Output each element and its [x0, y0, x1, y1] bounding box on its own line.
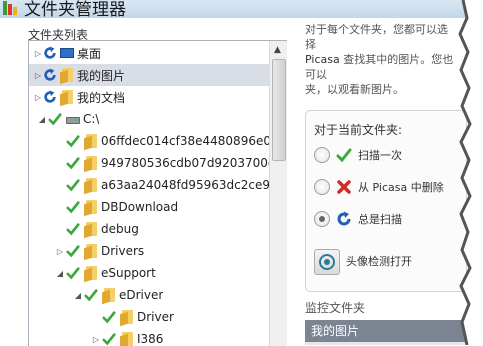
- option-remove-from-picasa[interactable]: 从 Picasa 中删除: [314, 179, 444, 195]
- tree-row[interactable]: ▷ Drivers: [29, 240, 269, 262]
- expand-arrow-icon[interactable]: ▷: [55, 247, 65, 256]
- tree-row[interactable]: ◢ C:\: [29, 108, 269, 130]
- tree-row-label: 我的文档: [77, 90, 126, 105]
- tree-row[interactable]: ▷ 我的文档: [29, 86, 269, 108]
- tree-row-label: 我的图片: [77, 68, 126, 83]
- folder-icon: [120, 331, 134, 346]
- check-icon[interactable]: [101, 332, 117, 346]
- documents-folder-icon: [60, 89, 74, 107]
- refresh-icon: [337, 211, 351, 226]
- tree-row-label: eDriver: [119, 288, 164, 302]
- tree-row-label: DBDownload: [101, 200, 179, 214]
- folder-icon: [84, 221, 98, 239]
- expand-arrow-icon[interactable]: ▷: [33, 93, 43, 102]
- tree-row[interactable]: ▷ 我的图片: [29, 64, 269, 86]
- tree-row[interactable]: ▷ 桌面: [29, 42, 269, 64]
- check-icon[interactable]: [65, 156, 81, 170]
- description-text: 对于每个文件夹，您都可以选择 Picasa 查找其中的图片。您也可以 夹，以观看…: [305, 22, 455, 97]
- remove-label: 从 Picasa 中删除: [358, 181, 444, 194]
- refresh-icon[interactable]: [43, 68, 57, 82]
- scroll-up-arrow-icon[interactable]: ▲: [274, 45, 281, 55]
- description-line-2: Picasa 查找其中的图片。您也可以: [305, 52, 455, 82]
- tree-row[interactable]: ▷ I386: [29, 328, 269, 346]
- folder-icon: [84, 243, 98, 261]
- tree-scrollbar[interactable]: ▲: [269, 41, 287, 346]
- tree-row-label: 桌面: [77, 46, 102, 61]
- face-detection-label: 头像检测打开: [346, 255, 412, 268]
- tree-row-label: C:\: [83, 112, 100, 126]
- refresh-icon[interactable]: [43, 90, 57, 104]
- tree-row-label: a63aa24048fd95963dc2ce939ac: [101, 178, 269, 192]
- always-scan-radio[interactable]: [314, 211, 330, 227]
- options-title: 对于当前文件夹:: [314, 123, 403, 137]
- check-icon[interactable]: [65, 222, 81, 236]
- collapse-arrow-icon[interactable]: ◢: [73, 291, 83, 300]
- tree-row[interactable]: ◢ eDriver: [29, 284, 269, 306]
- check-icon[interactable]: [47, 112, 63, 126]
- folder-icon: [120, 309, 134, 327]
- description-line-3: 夹，以观看新图片。: [305, 83, 404, 96]
- current-folder-options: 对于当前文件夹: 扫描一次 从 Picasa 中删除 总是扫描 头像检测打开: [305, 110, 467, 292]
- refresh-icon[interactable]: [43, 46, 57, 60]
- folder-icon: [84, 133, 98, 151]
- check-icon[interactable]: [65, 266, 81, 280]
- tree-row-label: Drivers: [101, 244, 145, 258]
- expand-arrow-icon[interactable]: ▷: [33, 71, 43, 80]
- check-icon: [336, 148, 352, 163]
- monitor-folders-heading: 监控文件夹: [305, 301, 366, 315]
- check-icon[interactable]: [101, 310, 117, 324]
- tree-row-label: Driver: [137, 310, 174, 324]
- title-bar: 文件夹管理器: [0, 0, 483, 20]
- check-icon[interactable]: [65, 200, 81, 214]
- pictures-folder-icon: [60, 67, 74, 85]
- info-panel: 对于每个文件夹，您都可以选择 Picasa 查找其中的图片。您也可以 夹，以观看…: [305, 22, 455, 97]
- tree-row-label: I386: [137, 332, 164, 346]
- scroll-thumb[interactable]: [272, 59, 286, 161]
- collapse-arrow-icon[interactable]: ◢: [37, 115, 47, 124]
- check-icon[interactable]: [83, 288, 99, 302]
- tree-row[interactable]: Driver: [29, 306, 269, 328]
- face-detection-button[interactable]: [314, 249, 340, 275]
- check-icon[interactable]: [65, 244, 81, 258]
- desktop-icon: [60, 45, 74, 61]
- tree-row-label: eSupport: [101, 266, 156, 280]
- face-detection-icon: [319, 254, 335, 270]
- expand-arrow-icon[interactable]: ▷: [91, 335, 101, 344]
- option-always-scan[interactable]: 总是扫描: [314, 211, 402, 227]
- folder-icon: [84, 199, 98, 217]
- folder-icon: [102, 287, 116, 305]
- folder-tree[interactable]: ▷ 桌面 ▷ 我的图片 ▷ 我的文档 ◢ C:\ 06ffdec014cf38e4480896e…: [28, 40, 287, 346]
- tree-row[interactable]: a63aa24048fd95963dc2ce939ac: [29, 174, 269, 196]
- drive-icon: [66, 111, 80, 127]
- window-title: 文件夹管理器: [24, 0, 126, 20]
- expand-arrow-icon[interactable]: ▷: [33, 49, 43, 58]
- tree-row-label: 06ffdec014cf38e4480896e0969: [101, 134, 269, 148]
- option-scan-once[interactable]: 扫描一次: [314, 147, 402, 163]
- scan-once-label: 扫描一次: [358, 149, 402, 162]
- always-scan-label: 总是扫描: [358, 213, 402, 226]
- folder-icon: [84, 177, 98, 195]
- tree-row[interactable]: DBDownload: [29, 196, 269, 218]
- torn-edge-decoration: [458, 0, 483, 345]
- folder-manager-app-icon: [3, 1, 17, 15]
- tree-row[interactable]: 06ffdec014cf38e4480896e0969: [29, 130, 269, 152]
- tree-row-label: debug: [101, 222, 139, 236]
- folder-icon: [84, 155, 98, 173]
- check-icon[interactable]: [65, 134, 81, 148]
- tree-row[interactable]: ◢ eSupport: [29, 262, 269, 284]
- scan-once-radio[interactable]: [314, 147, 330, 163]
- tree-row-label: 949780536cdb07d9203700c656: [101, 156, 269, 170]
- folder-icon: [84, 265, 98, 283]
- picasa-name: Picasa: [305, 53, 340, 66]
- tree-row[interactable]: 949780536cdb07d9203700c656: [29, 152, 269, 174]
- remove-radio[interactable]: [314, 179, 330, 195]
- remove-x-icon: [337, 180, 351, 194]
- monitor-folder-item[interactable]: 我的图片: [305, 320, 470, 342]
- tree-row[interactable]: debug: [29, 218, 269, 240]
- check-icon[interactable]: [65, 178, 81, 192]
- collapse-arrow-icon[interactable]: ◢: [55, 269, 65, 278]
- description-line-1: 对于每个文件夹，您都可以选择: [305, 23, 448, 51]
